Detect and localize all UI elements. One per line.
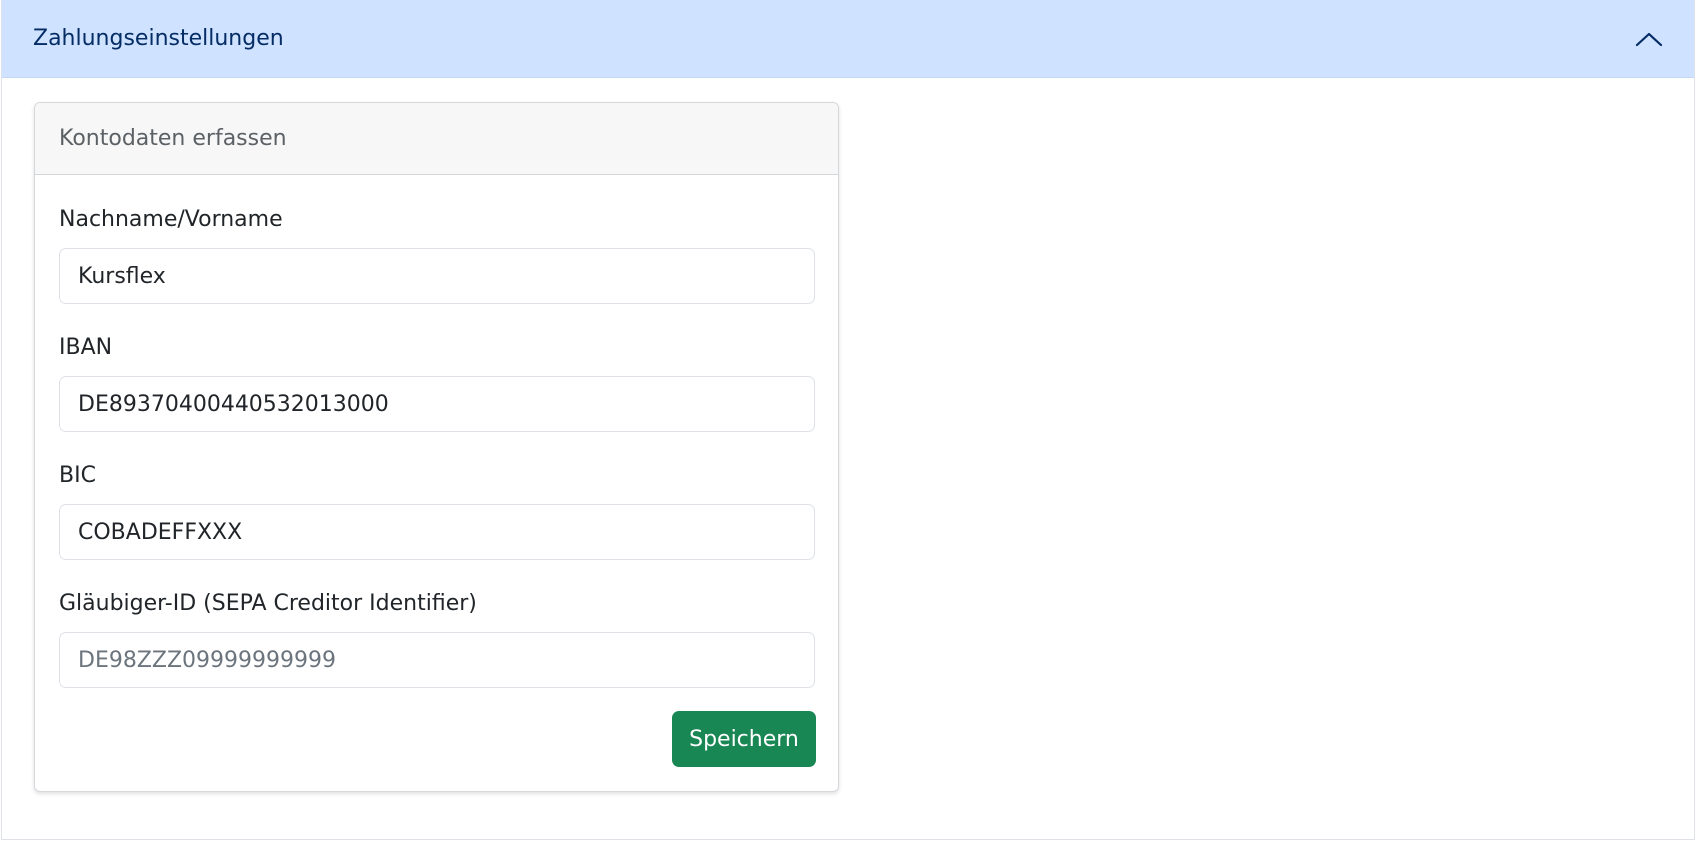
accordion-title: Zahlungseinstellungen [33,26,284,51]
save-button[interactable]: Speichern [672,711,816,767]
card-title: Kontodaten erfassen [35,103,838,175]
creditor-id-label: Gläubiger-ID (SEPA Creditor Identifier) [59,591,477,616]
iban-label: IBAN [59,335,113,360]
bic-label: BIC [59,463,96,488]
bic-input[interactable] [59,504,815,560]
creditor-id-input[interactable] [59,632,815,688]
name-label: Nachname/Vorname [59,207,283,232]
chevron-up-icon[interactable] [1634,24,1664,54]
name-input[interactable] [59,248,815,304]
iban-input[interactable] [59,376,815,432]
account-data-card: Kontodaten erfassen Nachname/Vorname IBA… [34,102,839,792]
accordion-header[interactable]: Zahlungseinstellungen [2,0,1694,78]
payment-settings-accordion: Zahlungseinstellungen Kontodaten erfasse… [1,0,1695,840]
